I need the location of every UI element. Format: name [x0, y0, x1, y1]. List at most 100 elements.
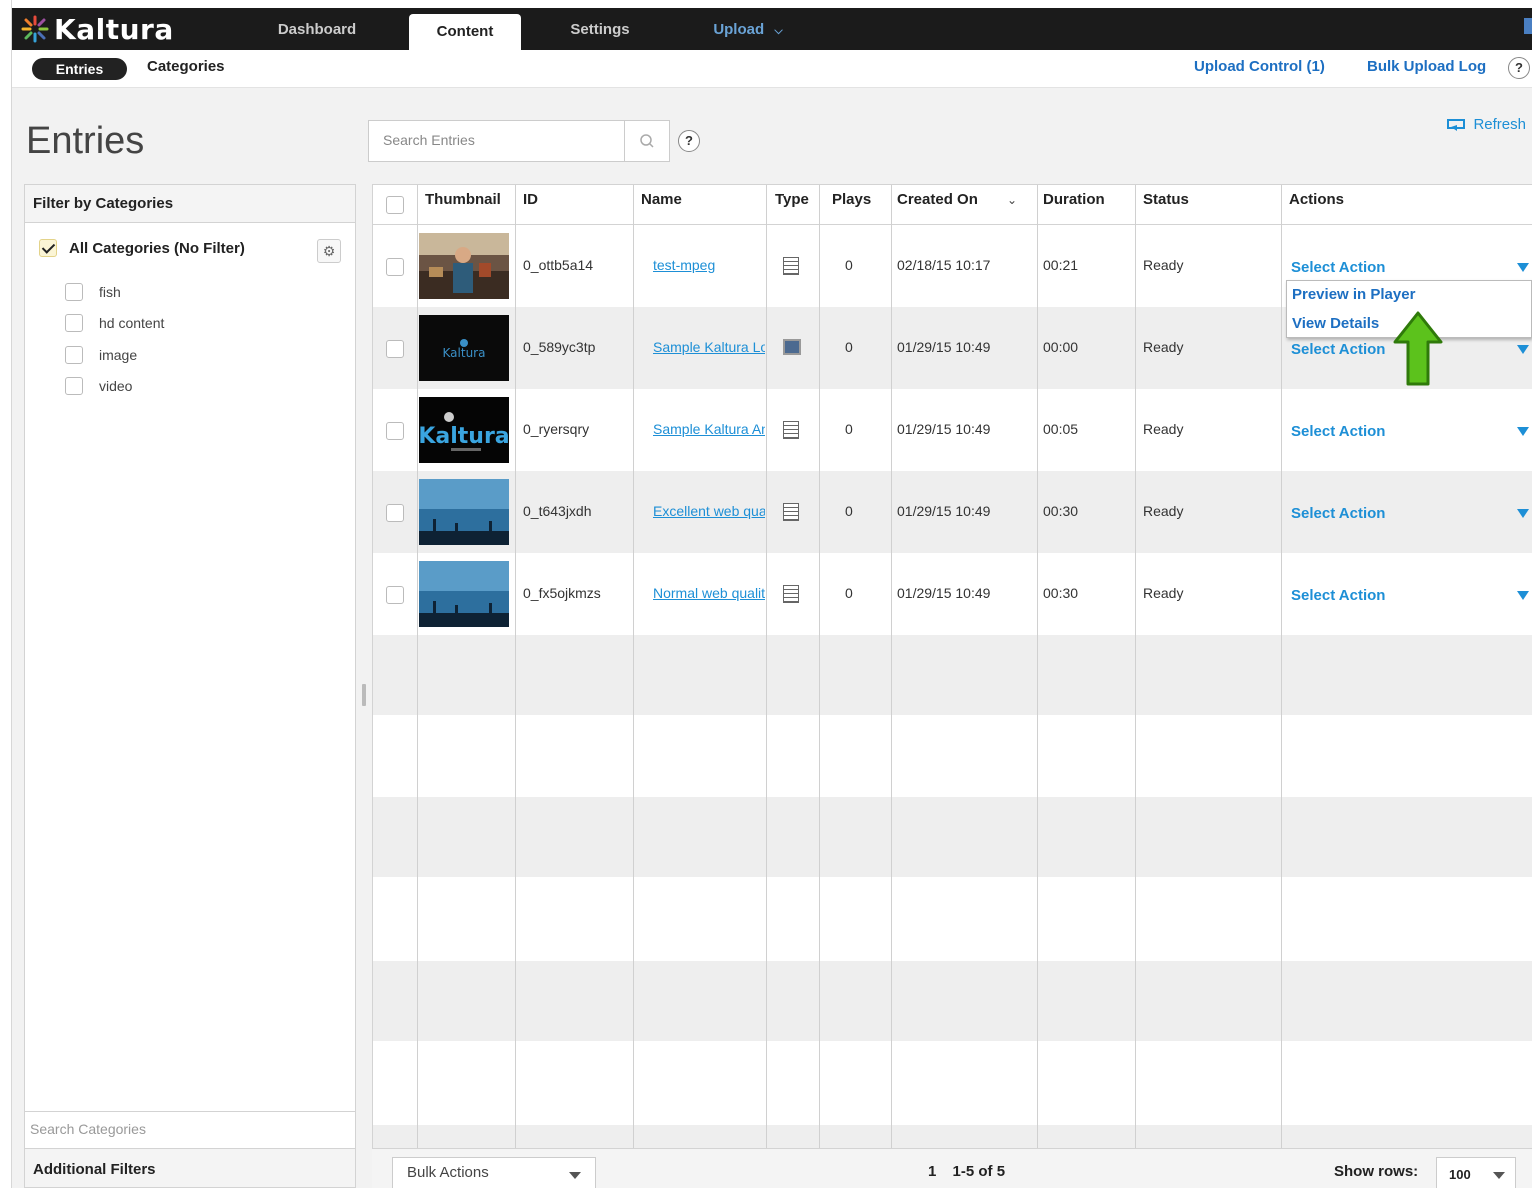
chevron-down-icon: ⌵	[774, 25, 783, 37]
search-categories-input[interactable]: Search Categories	[25, 1111, 355, 1149]
svg-text:Kaltura: Kaltura	[443, 346, 486, 360]
flag-icon[interactable]	[1524, 18, 1532, 34]
search-entries-input[interactable]: Search Entries	[368, 120, 624, 162]
search-help-icon[interactable]: ?	[678, 130, 700, 152]
column-divider	[1135, 185, 1136, 1148]
entry-plays: 0	[845, 339, 853, 355]
column-header-created-on[interactable]: Created On	[889, 185, 978, 225]
tab-upload-label: Upload	[713, 21, 765, 38]
entry-name-link[interactable]: Sample Kaltura Logo	[653, 339, 765, 355]
category-item-hd-content[interactable]: hd content	[65, 314, 164, 332]
column-header-name[interactable]: Name	[633, 185, 682, 225]
menu-item-view-details[interactable]: View Details	[1292, 315, 1379, 332]
column-header-thumbnail: Thumbnail	[425, 191, 501, 208]
action-caret-icon[interactable]	[1517, 263, 1529, 272]
entry-status: Ready	[1143, 585, 1184, 601]
entry-created-on: 01/29/15 10:49	[897, 585, 991, 601]
column-divider	[1281, 185, 1282, 1148]
action-caret-icon[interactable]	[1517, 509, 1529, 518]
action-caret-icon[interactable]	[1517, 591, 1529, 600]
thumbnail[interactable]: Kaltura	[419, 315, 509, 381]
row-checkbox[interactable]	[386, 586, 404, 604]
thumbnail[interactable]	[419, 479, 509, 545]
category-item-video[interactable]: video	[65, 377, 132, 395]
table-row[interactable]: 0_fx5ojkmzs Normal web quality 0 01/29/1…	[373, 553, 1532, 635]
upload-control-link[interactable]: Upload Control (1)	[1194, 58, 1325, 75]
gear-icon[interactable]: ⚙	[317, 239, 341, 263]
select-all-checkbox[interactable]	[386, 196, 404, 214]
select-action-dropdown[interactable]: Select Action	[1291, 505, 1385, 522]
table-row[interactable]: Kaltura 0_ryersqry Sample Kaltura Animat…	[373, 389, 1532, 471]
entry-plays: 0	[845, 257, 853, 273]
tab-upload[interactable]: Upload ⌵	[700, 8, 796, 50]
refresh-icon	[1447, 118, 1466, 131]
category-checkbox[interactable]	[65, 283, 83, 301]
kaltura-logo-icon	[21, 15, 49, 43]
column-header-id[interactable]: ID	[515, 185, 538, 225]
column-header-status[interactable]: Status	[1135, 185, 1189, 225]
refresh-button[interactable]: Refresh	[1447, 116, 1526, 133]
row-checkbox[interactable]	[386, 340, 404, 358]
filter-by-categories-heading: Filter by Categories	[25, 185, 355, 223]
tab-content[interactable]: Content	[409, 14, 521, 50]
page-number[interactable]: 1	[928, 1163, 936, 1180]
tab-dashboard[interactable]: Dashboard	[262, 8, 372, 50]
all-categories-filter[interactable]: All Categories (No Filter)	[39, 239, 245, 257]
additional-filters-toggle[interactable]: Additional Filters	[25, 1149, 355, 1187]
thumbnail[interactable]	[419, 561, 509, 627]
action-caret-icon[interactable]	[1517, 427, 1529, 436]
up-arrow-icon	[1393, 311, 1443, 386]
entry-plays: 0	[845, 503, 853, 519]
tab-settings[interactable]: Settings	[552, 8, 648, 50]
category-checkbox[interactable]	[65, 346, 83, 364]
action-caret-icon[interactable]	[1517, 345, 1529, 354]
category-checkbox[interactable]	[65, 377, 83, 395]
thumbnail[interactable]: Kaltura	[419, 397, 509, 463]
column-divider	[633, 185, 634, 1148]
entry-duration: 00:21	[1043, 257, 1079, 273]
menu-item-preview-in-player[interactable]: Preview in Player	[1292, 286, 1415, 303]
help-icon[interactable]: ?	[1508, 57, 1530, 79]
select-action-dropdown[interactable]: Select Action	[1291, 259, 1385, 276]
row-checkbox[interactable]	[386, 504, 404, 522]
table-row-empty	[373, 797, 1532, 877]
select-action-dropdown[interactable]: Select Action	[1291, 587, 1385, 604]
subtab-categories[interactable]: Categories	[147, 58, 225, 75]
column-divider	[766, 185, 767, 1148]
column-header-plays[interactable]: Plays	[824, 185, 871, 225]
thumbnail[interactable]	[419, 233, 509, 299]
entry-name-link[interactable]: Normal web quality	[653, 585, 765, 601]
panel-splitter-handle[interactable]	[362, 684, 366, 706]
table-row-empty	[373, 635, 1532, 715]
entry-name-link[interactable]: Excellent web quality	[653, 503, 765, 519]
category-item-fish[interactable]: fish	[65, 283, 121, 301]
category-filter-panel: Filter by Categories All Categories (No …	[24, 184, 356, 1188]
table-row[interactable]: 0_t643jxdh Excellent web quality 0 01/29…	[373, 471, 1532, 553]
column-header-type[interactable]: Type	[767, 185, 809, 225]
search-button[interactable]	[624, 120, 670, 162]
kaltura-logo[interactable]: Kaltura	[20, 12, 174, 46]
bulk-actions-select[interactable]: Bulk Actions	[392, 1157, 596, 1188]
select-action-dropdown[interactable]: Select Action	[1291, 423, 1385, 440]
sort-chevron-icon[interactable]: ⌄	[1007, 193, 1017, 207]
film-icon	[783, 503, 799, 521]
entry-name-link[interactable]: test-mpeg	[653, 257, 765, 273]
chevron-down-icon	[569, 1172, 581, 1179]
bulk-upload-log-link[interactable]: Bulk Upload Log	[1367, 58, 1486, 75]
column-divider	[515, 185, 516, 1148]
column-divider	[819, 185, 820, 1148]
row-checkbox[interactable]	[386, 258, 404, 276]
all-categories-checkbox[interactable]	[39, 239, 57, 257]
row-checkbox[interactable]	[386, 422, 404, 440]
entry-name-link[interactable]: Sample Kaltura Animated Logo	[653, 421, 765, 437]
category-checkbox[interactable]	[65, 314, 83, 332]
category-item-image[interactable]: image	[65, 346, 137, 364]
rows-per-page-select[interactable]: 100	[1436, 1157, 1516, 1188]
subtab-entries[interactable]: Entries	[32, 58, 127, 80]
select-action-dropdown[interactable]: Select Action	[1291, 341, 1385, 358]
column-header-duration[interactable]: Duration	[1035, 185, 1105, 225]
entry-duration: 00:00	[1043, 339, 1079, 355]
entry-duration: 00:30	[1043, 585, 1079, 601]
thumbnail-kaltura-logo-image: Kaltura	[419, 397, 509, 463]
page-range: 1-5 of 5	[952, 1163, 1006, 1180]
